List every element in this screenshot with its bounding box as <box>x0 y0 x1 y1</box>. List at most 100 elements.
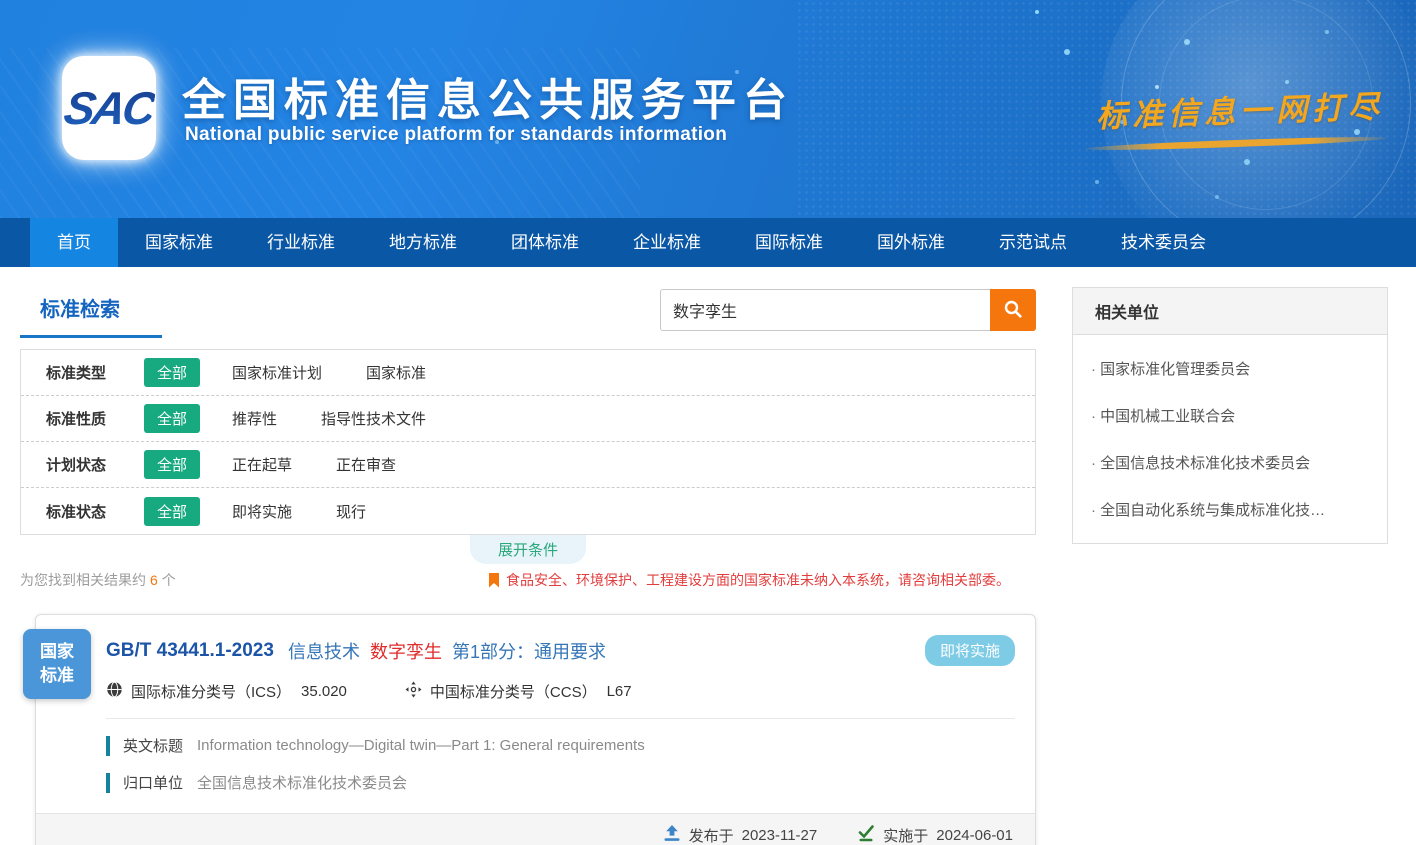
card-title-row: GB/T 43441.1-2023 信息技术 数字孪生 第1部分：通用要求 即将… <box>106 635 1015 666</box>
filter-option[interactable]: 国家标准 <box>366 362 426 383</box>
ics-meta: 国际标准分类号（ICS） 35.020 <box>106 681 347 702</box>
nav-item-national-standards[interactable]: 国家标准 <box>118 218 240 267</box>
status-badge: 即将实施 <box>925 635 1015 666</box>
search-input[interactable] <box>660 289 990 331</box>
results-count-prefix: 为您找到相关结果约 <box>20 572 146 588</box>
nav-item-local-standards[interactable]: 地方标准 <box>362 218 484 267</box>
results-count-suffix: 个 <box>162 572 176 588</box>
expand-conditions-button[interactable]: 展开条件 <box>470 535 586 564</box>
nav-item-industry-standards[interactable]: 行业标准 <box>240 218 362 267</box>
site-header: SAC 全国标准信息公共服务平台 National public service… <box>0 0 1416 218</box>
main-nav: 首页 国家标准 行业标准 地方标准 团体标准 企业标准 国际标准 国外标准 示范… <box>0 218 1416 267</box>
sac-logo-text: SAC <box>60 81 158 135</box>
standard-result-card: 国家 标准 GB/T 43441.1-2023 信息技术 数字孪生 第1部分：通… <box>35 614 1036 845</box>
standard-title-part2[interactable]: 第1部分：通用要求 <box>452 638 606 664</box>
related-units-box: 相关单位 国家标准化管理委员会 中国机械工业联合会 全国信息技术标准化技术委员会… <box>1072 287 1388 544</box>
card-meta-row: 国际标准分类号（ICS） 35.020 中国标准分类号（CCS） L67 <box>106 681 1015 702</box>
filter-row-standard-type: 标准类型 全部 国家标准计划 国家标准 <box>21 350 1035 396</box>
card-divider <box>106 718 1015 719</box>
filter-option[interactable]: 国家标准计划 <box>232 362 322 383</box>
nav-item-home[interactable]: 首页 <box>30 218 118 267</box>
standard-title-part1[interactable]: 信息技术 <box>288 638 360 664</box>
related-units-list: 国家标准化管理委员会 中国机械工业联合会 全国信息技术标准化技术委员会 全国自动… <box>1073 335 1387 543</box>
nav-item-foreign-standards[interactable]: 国外标准 <box>850 218 972 267</box>
main-area: 标准检索 标准类型 全部 国家标准计划 国家标准 <box>0 267 1416 845</box>
sparkle-dots <box>1035 10 1039 14</box>
detail-label: 归口单位 <box>123 772 183 793</box>
page: SAC 全国标准信息公共服务平台 National public service… <box>0 0 1416 845</box>
nav-item-technical-committee[interactable]: 技术委员会 <box>1094 218 1233 267</box>
results-count: 为您找到相关结果约6个 <box>20 570 176 590</box>
related-unit-link[interactable]: 全国自动化系统与集成标准化技… <box>1073 486 1387 533</box>
filter-all-button[interactable]: 全部 <box>144 497 200 526</box>
results-count-number: 6 <box>150 572 158 588</box>
bookmark-icon <box>489 573 499 588</box>
committee-row: 归口单位 全国信息技术标准化技术委员会 <box>106 772 1015 793</box>
filter-all-button[interactable]: 全部 <box>144 404 200 433</box>
search-box <box>660 289 1036 331</box>
ccs-value: L67 <box>607 683 632 700</box>
filter-option[interactable]: 推荐性 <box>232 408 277 429</box>
page-title: 标准检索 <box>40 293 120 322</box>
filter-option[interactable]: 现行 <box>336 501 366 522</box>
sidebar: 相关单位 国家标准化管理委员会 中国机械工业联合会 全国信息技术标准化技术委员会… <box>1072 287 1388 845</box>
search-button[interactable] <box>990 289 1036 331</box>
ccs-label: 中国标准分类号（CCS） <box>430 681 597 702</box>
filter-row-plan-status: 计划状态 全部 正在起草 正在审查 <box>21 442 1035 488</box>
platform-title: 全国标准信息公共服务平台 <box>182 64 794 128</box>
standard-type-badge: 国家 标准 <box>23 629 91 699</box>
filter-option[interactable]: 正在起草 <box>232 454 292 475</box>
card-footer: 发布于 2023-11-27 实施于 2024-06-01 <box>36 813 1035 845</box>
badge-line1: 国家 <box>40 640 74 664</box>
filter-all-button[interactable]: 全部 <box>144 358 200 387</box>
card-head: GB/T 43441.1-2023 信息技术 数字孪生 第1部分：通用要求 即将… <box>36 615 1035 719</box>
standard-code-link[interactable]: GB/T 43441.1-2023 <box>106 640 274 662</box>
nav-item-pilot[interactable]: 示范试点 <box>972 218 1094 267</box>
related-unit-link[interactable]: 国家标准化管理委员会 <box>1073 345 1387 392</box>
related-units-title: 相关单位 <box>1073 288 1387 335</box>
system-notice: 食品安全、环境保护、工程建设方面的国家标准未纳入本系统，请咨询相关部委。 <box>489 570 1036 590</box>
search-section: 标准检索 <box>20 287 1036 345</box>
accent-bar <box>106 736 110 756</box>
standard-title-highlight[interactable]: 数字孪生 <box>370 638 442 664</box>
filter-label: 计划状态 <box>46 454 144 475</box>
nav-item-enterprise-standards[interactable]: 企业标准 <box>606 218 728 267</box>
upload-icon <box>663 825 681 845</box>
badge-line2: 标准 <box>40 664 74 688</box>
filter-option[interactable]: 指导性技术文件 <box>321 408 426 429</box>
filter-all-button[interactable]: 全部 <box>144 450 200 479</box>
accent-bar <box>106 773 110 793</box>
related-unit-link[interactable]: 中国机械工业联合会 <box>1073 392 1387 439</box>
globe-icon <box>106 681 131 702</box>
published-date: 2023-11-27 <box>742 827 818 844</box>
detail-value: 全国信息技术标准化技术委员会 <box>197 772 407 793</box>
filter-label: 标准性质 <box>46 408 144 429</box>
ccs-meta: 中国标准分类号（CCS） L67 <box>405 681 632 702</box>
nav-item-group-standards[interactable]: 团体标准 <box>484 218 606 267</box>
expand-wrap: 展开条件 <box>20 535 1036 564</box>
published-date-item: 发布于 2023-11-27 <box>663 825 818 845</box>
filter-label: 标准类型 <box>46 362 144 383</box>
filter-option[interactable]: 正在审查 <box>336 454 396 475</box>
detail-value: Information technology—Digital twin—Part… <box>197 737 645 754</box>
filter-option[interactable]: 即将实施 <box>232 501 292 522</box>
filter-panel: 标准类型 全部 国家标准计划 国家标准 标准性质 全部 推荐性 指导性技术文件 … <box>20 349 1036 535</box>
related-unit-link[interactable]: 全国信息技术标准化技术委员会 <box>1073 439 1387 486</box>
implemented-label: 实施于 <box>883 825 928 845</box>
check-icon <box>857 825 875 845</box>
notice-text: 食品安全、环境保护、工程建设方面的国家标准未纳入本系统，请咨询相关部委。 <box>506 570 1010 590</box>
filter-row-standard-nature: 标准性质 全部 推荐性 指导性技术文件 <box>21 396 1035 442</box>
nav-item-international-standards[interactable]: 国际标准 <box>728 218 850 267</box>
results-info-row: 为您找到相关结果约6个 食品安全、环境保护、工程建设方面的国家标准未纳入本系统，… <box>20 570 1036 590</box>
title-underline <box>20 335 162 338</box>
filter-label: 标准状态 <box>46 501 144 522</box>
detail-label: 英文标题 <box>123 735 183 756</box>
english-title-row: 英文标题 Information technology—Digital twin… <box>106 735 1015 756</box>
compass-arrows-icon <box>405 681 430 702</box>
search-icon <box>1003 299 1023 322</box>
content-column: 标准检索 标准类型 全部 国家标准计划 国家标准 <box>20 287 1036 845</box>
sac-logo[interactable]: SAC <box>62 56 156 160</box>
ics-label: 国际标准分类号（ICS） <box>131 681 291 702</box>
filter-row-standard-status: 标准状态 全部 即将实施 现行 <box>21 488 1035 534</box>
platform-subtitle: National public service platform for sta… <box>185 124 727 146</box>
